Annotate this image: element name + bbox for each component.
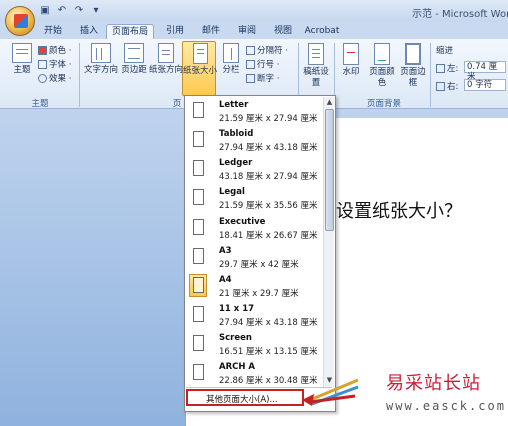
page-color-button[interactable]: 页面颜色 (366, 43, 398, 89)
indent-right-input[interactable]: 0 字符 (464, 79, 506, 91)
indent-left-icon (436, 63, 445, 73)
scrollbar-thumb[interactable] (325, 109, 334, 231)
tab-page-layout[interactable]: 页面布局 (106, 24, 154, 40)
fonts-button[interactable]: 字体 · (38, 58, 71, 70)
tab-insert[interactable]: 插入 (74, 24, 104, 40)
more-page-sizes-button[interactable]: 其他页面大小(A)... (186, 389, 304, 406)
size-item-tabloid[interactable]: Tabloid 27.94 厘米 x 43.18 厘米 (186, 126, 321, 155)
indent-right-icon (436, 81, 445, 91)
page-icon (193, 189, 204, 205)
dropdown-scrollbar[interactable]: ▲ ▼ (323, 97, 334, 387)
page-color-icon (374, 43, 390, 65)
size-item-a3[interactable]: A3 29.7 厘米 x 42 厘米 (186, 243, 321, 272)
tab-home[interactable]: 开始 (38, 24, 68, 40)
orientation-button[interactable]: 纸张方向 (149, 43, 183, 76)
orientation-icon (158, 43, 174, 63)
effects-button[interactable]: 效果 · (38, 72, 71, 84)
office-logo-icon (14, 14, 28, 28)
indent-left-input[interactable]: 0.74 厘米 (464, 61, 506, 82)
breaks-button[interactable]: 分隔符 · (246, 44, 288, 56)
tab-references[interactable]: 引用 (160, 24, 190, 40)
indent-label: 缩进 (436, 46, 454, 56)
page-size-icon (192, 43, 208, 64)
size-item-executive[interactable]: Executive 18.41 厘米 x 26.67 厘米 (186, 214, 321, 243)
margins-icon (124, 43, 144, 63)
tab-view[interactable]: 视图 (268, 24, 298, 40)
line-numbers-button[interactable]: 行号 · (246, 58, 279, 70)
manuscript-icon (308, 43, 324, 65)
group-label-theme: 主题 (31, 99, 49, 109)
indent-left-label: 左: (436, 62, 458, 74)
page-icon (193, 102, 204, 118)
page-icon (193, 248, 204, 264)
margins-button[interactable]: 页边距 (120, 43, 148, 76)
size-item-letter[interactable]: Letter 21.59 厘米 x 27.94 厘米 (186, 97, 321, 126)
watermark-button[interactable]: 水印 (338, 43, 364, 78)
site-watermark: 易采站长站 (386, 373, 481, 394)
customize-qat-icon[interactable]: ▾ (89, 4, 103, 17)
page-icon (193, 277, 204, 293)
group-label-page-background: 页面背景 (366, 99, 401, 109)
page-icon (193, 364, 204, 380)
colors-icon (38, 45, 47, 55)
page-borders-button[interactable]: 页面边框 (400, 43, 426, 89)
hyphenation-icon (246, 73, 255, 83)
site-watermark-url: www.easck.com (386, 399, 506, 413)
size-item-11x17[interactable]: 11 x 17 27.94 厘米 x 43.18 厘米 (186, 301, 321, 330)
effects-icon (38, 73, 47, 83)
size-item-legal[interactable]: Legal 21.59 厘米 x 35.56 厘米 (186, 184, 321, 213)
breaks-icon (246, 45, 255, 55)
columns-button[interactable]: 分栏 (219, 43, 243, 76)
save-icon[interactable]: ▣ (38, 4, 52, 17)
group-separator (430, 43, 431, 107)
redo-icon[interactable]: ↷ (72, 4, 86, 17)
line-numbers-icon (246, 59, 255, 69)
page-icon (193, 219, 204, 235)
undo-icon[interactable]: ↶ (55, 4, 69, 17)
watermark-icon (343, 43, 359, 65)
size-item-ledger[interactable]: Ledger 43.18 厘米 x 27.94 厘米 (186, 155, 321, 184)
group-separator (79, 43, 80, 107)
annotation-arrow-icon (302, 378, 359, 406)
tab-acrobat[interactable]: Acrobat (302, 24, 342, 40)
theme-button[interactable]: 主题 (8, 43, 36, 76)
columns-icon (223, 43, 239, 63)
colors-button[interactable]: 颜色 · (38, 44, 71, 56)
page-borders-icon (405, 43, 421, 65)
size-item-screen[interactable]: Screen 16.51 厘米 x 13.15 厘米 (186, 330, 321, 359)
tab-review[interactable]: 审阅 (232, 24, 262, 40)
text-direction-button[interactable]: 文字方向 (84, 43, 118, 76)
page-size-button[interactable]: 纸张大小 (183, 43, 217, 77)
page-icon (193, 160, 204, 176)
page-icon (193, 131, 204, 147)
fonts-icon (38, 59, 47, 69)
manuscript-button[interactable]: 稿纸设置 (302, 43, 330, 89)
page-icon (193, 335, 204, 351)
page-icon (193, 306, 204, 322)
text-direction-icon (91, 43, 111, 63)
scroll-up-icon[interactable]: ▲ (325, 98, 334, 107)
document-text: 设置纸张大小？ (336, 201, 462, 222)
indent-right-label: 右: (436, 80, 458, 92)
quick-access-toolbar: ▣ ↶ ↷ ▾ (38, 4, 103, 17)
tab-mailings[interactable]: 邮件 (196, 24, 226, 40)
hyphenation-button[interactable]: 断字 · (246, 72, 279, 84)
office-button[interactable] (5, 6, 35, 36)
window-title: 示范 - Microsoft Word (412, 9, 508, 20)
size-item-a4[interactable]: A4 21 厘米 x 29.7 厘米 (186, 272, 321, 301)
theme-icon (12, 43, 32, 63)
